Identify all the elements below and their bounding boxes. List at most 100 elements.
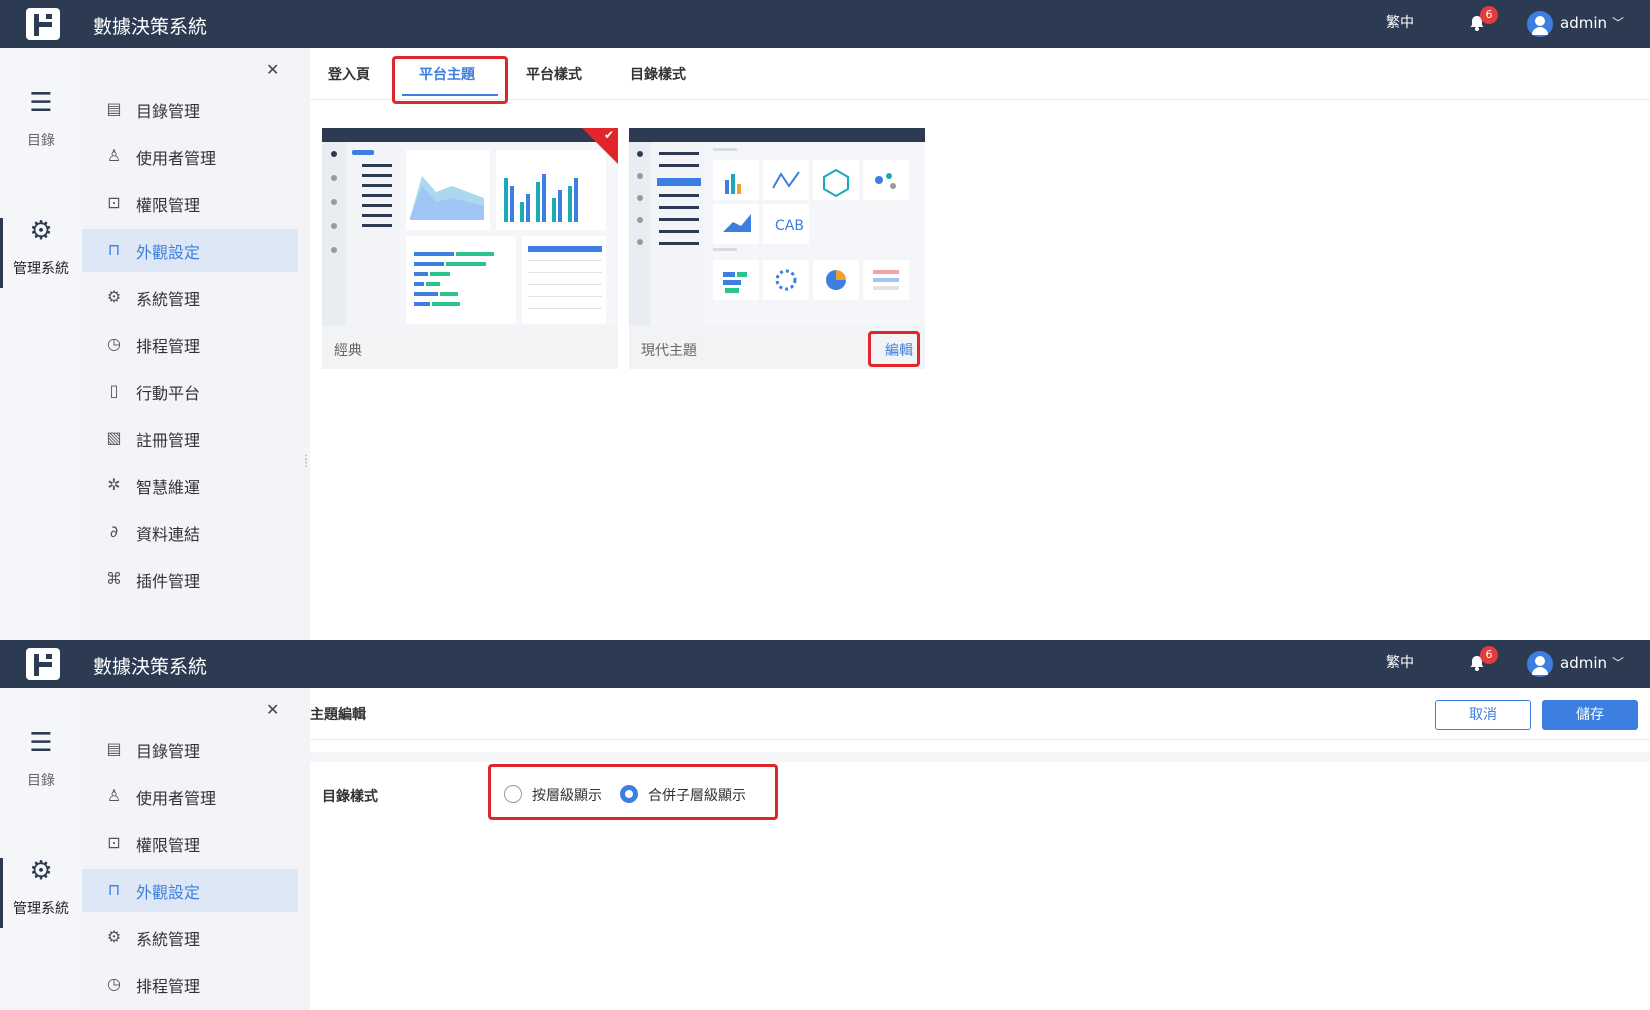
- menu-label: 插件管理: [136, 572, 201, 591]
- appearance-screen: 數據決策系統 繁中 6 admin ﹀ ☰ 目錄 ⚙ 管理系統 ✕ ▤ 目錄管理 …: [0, 0, 1650, 640]
- chevron-down-icon[interactable]: ﹀: [1612, 14, 1624, 31]
- appearance-tabs: 登入頁 平台主題 平台樣式 目錄樣式: [310, 48, 1650, 100]
- menu-label: 外觀設定: [136, 883, 201, 902]
- theme-edit-header: 主題編輯 取消 儲存: [310, 688, 1650, 740]
- save-button[interactable]: 儲存: [1542, 700, 1638, 730]
- user-icon: ♙: [106, 146, 122, 165]
- menu-item-users[interactable]: ♙ 使用者管理: [82, 135, 298, 178]
- theme-card-classic[interactable]: ✔ 經典: [322, 128, 618, 369]
- rail-item-catalog[interactable]: ☰ 目錄: [0, 728, 82, 790]
- logo-icon: [26, 8, 60, 40]
- user-icon: ♙: [106, 786, 122, 805]
- top-bar: 數據決策系統 繁中 6 admin ﹀: [0, 640, 1650, 688]
- tab-highlight-box: [392, 56, 508, 104]
- document-icon: ▤: [106, 739, 122, 758]
- menu-item-catalog[interactable]: ▤ 目錄管理: [82, 728, 298, 771]
- tablet-icon: ▯: [109, 381, 119, 400]
- menu-item-permissions[interactable]: ⊡ 權限管理: [82, 822, 298, 865]
- menu-label: 排程管理: [136, 977, 201, 996]
- tab-login-page[interactable]: 登入頁: [328, 64, 370, 84]
- language-switch[interactable]: 繁中: [1386, 652, 1414, 672]
- puzzle-icon: ⌘: [106, 569, 122, 588]
- check-icon: ✔: [603, 128, 614, 142]
- menu-label: 註冊管理: [136, 431, 201, 450]
- menu-item-schedule[interactable]: ◷ 排程管理: [82, 323, 298, 366]
- network-icon: ✲: [107, 475, 121, 494]
- rail-item-catalog[interactable]: ☰ 目錄: [0, 88, 82, 150]
- menu-label: 智慧維運: [136, 478, 201, 497]
- theme-edit-screen: 數據決策系統 繁中 6 admin ﹀ ☰ 目錄 ⚙ 管理系統 ✕ ▤ 目錄管理 …: [0, 640, 1650, 1010]
- classic-theme-preview: [322, 128, 618, 326]
- rail-label: 管理系統: [13, 901, 69, 917]
- register-icon: ▧: [106, 428, 122, 447]
- menu-item-appearance[interactable]: ⊓ 外觀設定: [82, 869, 298, 912]
- app-title: 數據決策系統: [93, 656, 208, 678]
- rail-label: 目錄: [27, 133, 55, 149]
- top-bar: 數據決策系統 繁中 6 admin ﹀: [0, 0, 1650, 48]
- menu-item-mobile[interactable]: ▯ 行動平台: [82, 370, 298, 413]
- rail-item-admin[interactable]: ⚙ 管理系統: [0, 216, 82, 278]
- paint-roller-icon: ⊓: [107, 240, 121, 259]
- user-name[interactable]: admin: [1560, 654, 1607, 672]
- gear-icon: ⚙: [29, 856, 53, 886]
- menu-item-ops[interactable]: ✲ 智慧維運: [82, 464, 298, 507]
- theme-edit-content: 主題編輯 取消 儲存 目錄樣式 按層級顯示 合併子層級顯示: [310, 688, 1650, 1010]
- pin-icon[interactable]: ✕: [266, 700, 279, 719]
- edit-highlight-box: [868, 331, 920, 367]
- settings-icon: ⚙: [106, 287, 122, 306]
- lock-icon: ⊡: [107, 193, 121, 212]
- panel-splitter[interactable]: [298, 688, 310, 1010]
- settings-icon: ⚙: [106, 927, 122, 946]
- menu-item-appearance[interactable]: ⊓ 外觀設定: [82, 229, 298, 272]
- notification-badge: 6: [1480, 646, 1498, 664]
- menu-item-data-connection[interactable]: ∂ 資料連結: [82, 511, 298, 554]
- menu-label: 資料連結: [136, 525, 201, 544]
- theme-name: 現代主題: [641, 343, 697, 359]
- menu-label: 系統管理: [136, 290, 201, 309]
- admin-menu: ✕ ▤ 目錄管理 ♙ 使用者管理 ⊡ 權限管理 ⊓ 外觀設定 ⚙ 系統管理 ◷ 排程管理: [82, 688, 298, 1010]
- cancel-button[interactable]: 取消: [1435, 700, 1531, 730]
- user-name[interactable]: admin: [1560, 14, 1607, 32]
- menu-item-system[interactable]: ⚙ 系統管理: [82, 276, 298, 319]
- menu-item-permissions[interactable]: ⊡ 權限管理: [82, 182, 298, 225]
- menu-item-system[interactable]: ⚙ 系統管理: [82, 916, 298, 959]
- menu-label: 使用者管理: [136, 149, 217, 168]
- panel-splitter[interactable]: ⋮ ⋮: [298, 48, 311, 640]
- document-icon: ▤: [106, 99, 122, 118]
- catalog-style-label: 目錄樣式: [322, 789, 378, 805]
- menu-item-register[interactable]: ▧ 註冊管理: [82, 417, 298, 460]
- avatar[interactable]: [1527, 11, 1553, 37]
- menu-label: 目錄管理: [136, 102, 201, 121]
- menu-item-schedule[interactable]: ◷ 排程管理: [82, 963, 298, 1006]
- menu-label: 行動平台: [136, 384, 201, 403]
- tab-platform-style[interactable]: 平台樣式: [526, 64, 582, 84]
- radio-highlight-box: [488, 764, 778, 820]
- lock-icon: ⊡: [107, 833, 121, 852]
- pin-icon[interactable]: ✕: [266, 60, 279, 79]
- gear-icon: ⚙: [29, 216, 53, 246]
- rail-label: 目錄: [27, 773, 55, 789]
- notification-badge: 6: [1480, 6, 1498, 24]
- module-rail: ☰ 目錄 ⚙ 管理系統: [0, 688, 82, 1010]
- language-switch[interactable]: 繁中: [1386, 12, 1414, 32]
- chevron-down-icon[interactable]: ﹀: [1612, 654, 1624, 671]
- timer-icon: ◷: [107, 974, 121, 993]
- menu-item-catalog[interactable]: ▤ 目錄管理: [82, 88, 298, 131]
- list-icon: ☰: [29, 728, 53, 758]
- rail-item-admin[interactable]: ⚙ 管理系統: [0, 856, 82, 918]
- menu-item-plugins[interactable]: ⌘ 插件管理: [82, 558, 298, 601]
- appearance-content: 登入頁 平台主題 平台樣式 目錄樣式 ✔ 經典 CAB 現代主題 編輯: [310, 48, 1650, 640]
- svg-text:CAB: CAB: [775, 218, 804, 234]
- list-icon: ☰: [29, 88, 53, 118]
- admin-menu: ✕ ▤ 目錄管理 ♙ 使用者管理 ⊡ 權限管理 ⊓ 外觀設定 ⚙ 系統管理 ◷ 排程管理 ▯…: [82, 48, 298, 640]
- rail-label: 管理系統: [13, 261, 69, 277]
- menu-item-users[interactable]: ♙ 使用者管理: [82, 775, 298, 818]
- page-title: 主題編輯: [310, 707, 366, 723]
- avatar[interactable]: [1527, 651, 1553, 677]
- menu-label: 系統管理: [136, 930, 201, 949]
- menu-label: 權限管理: [136, 196, 201, 215]
- menu-label: 目錄管理: [136, 742, 201, 761]
- tab-catalog-style[interactable]: 目錄樣式: [630, 64, 686, 84]
- theme-edit-form: 目錄樣式 按層級顯示 合併子層級顯示: [310, 752, 1650, 1010]
- paperclip-icon: ∂: [109, 522, 119, 541]
